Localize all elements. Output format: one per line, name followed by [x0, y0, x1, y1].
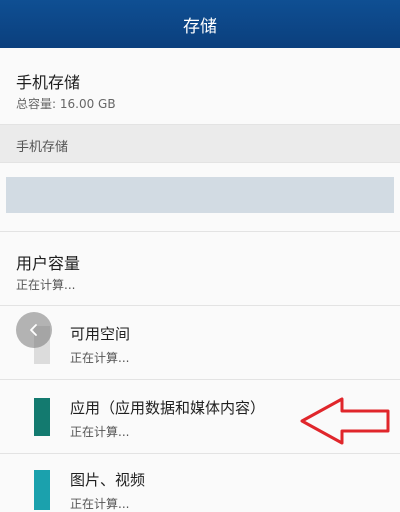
storage-usage-bar: [6, 177, 394, 213]
category-status: 正在计算...: [70, 497, 130, 511]
chevron-left-icon: [30, 324, 37, 336]
category-row-free-space[interactable]: 可用空间 正在计算...: [0, 306, 400, 380]
title-bar: 存储: [0, 0, 400, 48]
category-row-pictures-videos[interactable]: 图片、视频 正在计算...: [0, 454, 400, 511]
annotation-arrow-icon: [300, 397, 390, 445]
user-capacity-title: 用户容量: [16, 254, 81, 273]
category-status: 正在计算...: [70, 425, 130, 439]
total-capacity-text: 总容量: 16.00 GB: [16, 97, 116, 111]
category-label: 可用空间: [70, 325, 131, 343]
storage-usage-area: [0, 163, 400, 232]
pictures-videos-swatch: [34, 470, 50, 510]
page-title: 存储: [183, 16, 217, 37]
apps-swatch: [34, 398, 50, 436]
back-button[interactable]: [16, 312, 52, 348]
user-capacity-status: 正在计算...: [16, 278, 76, 292]
category-status: 正在计算...: [70, 351, 130, 365]
category-label: 图片、视频: [70, 471, 146, 489]
category-label: 应用（应用数据和媒体内容）: [70, 399, 266, 417]
device-storage-row[interactable]: 手机存储 总容量: 16.00 GB: [0, 48, 400, 125]
user-capacity-row[interactable]: 用户容量 正在计算...: [0, 232, 400, 306]
section-header-label: 手机存储: [16, 140, 69, 155]
device-storage-title: 手机存储: [16, 73, 81, 92]
section-header: 手机存储: [0, 125, 400, 163]
